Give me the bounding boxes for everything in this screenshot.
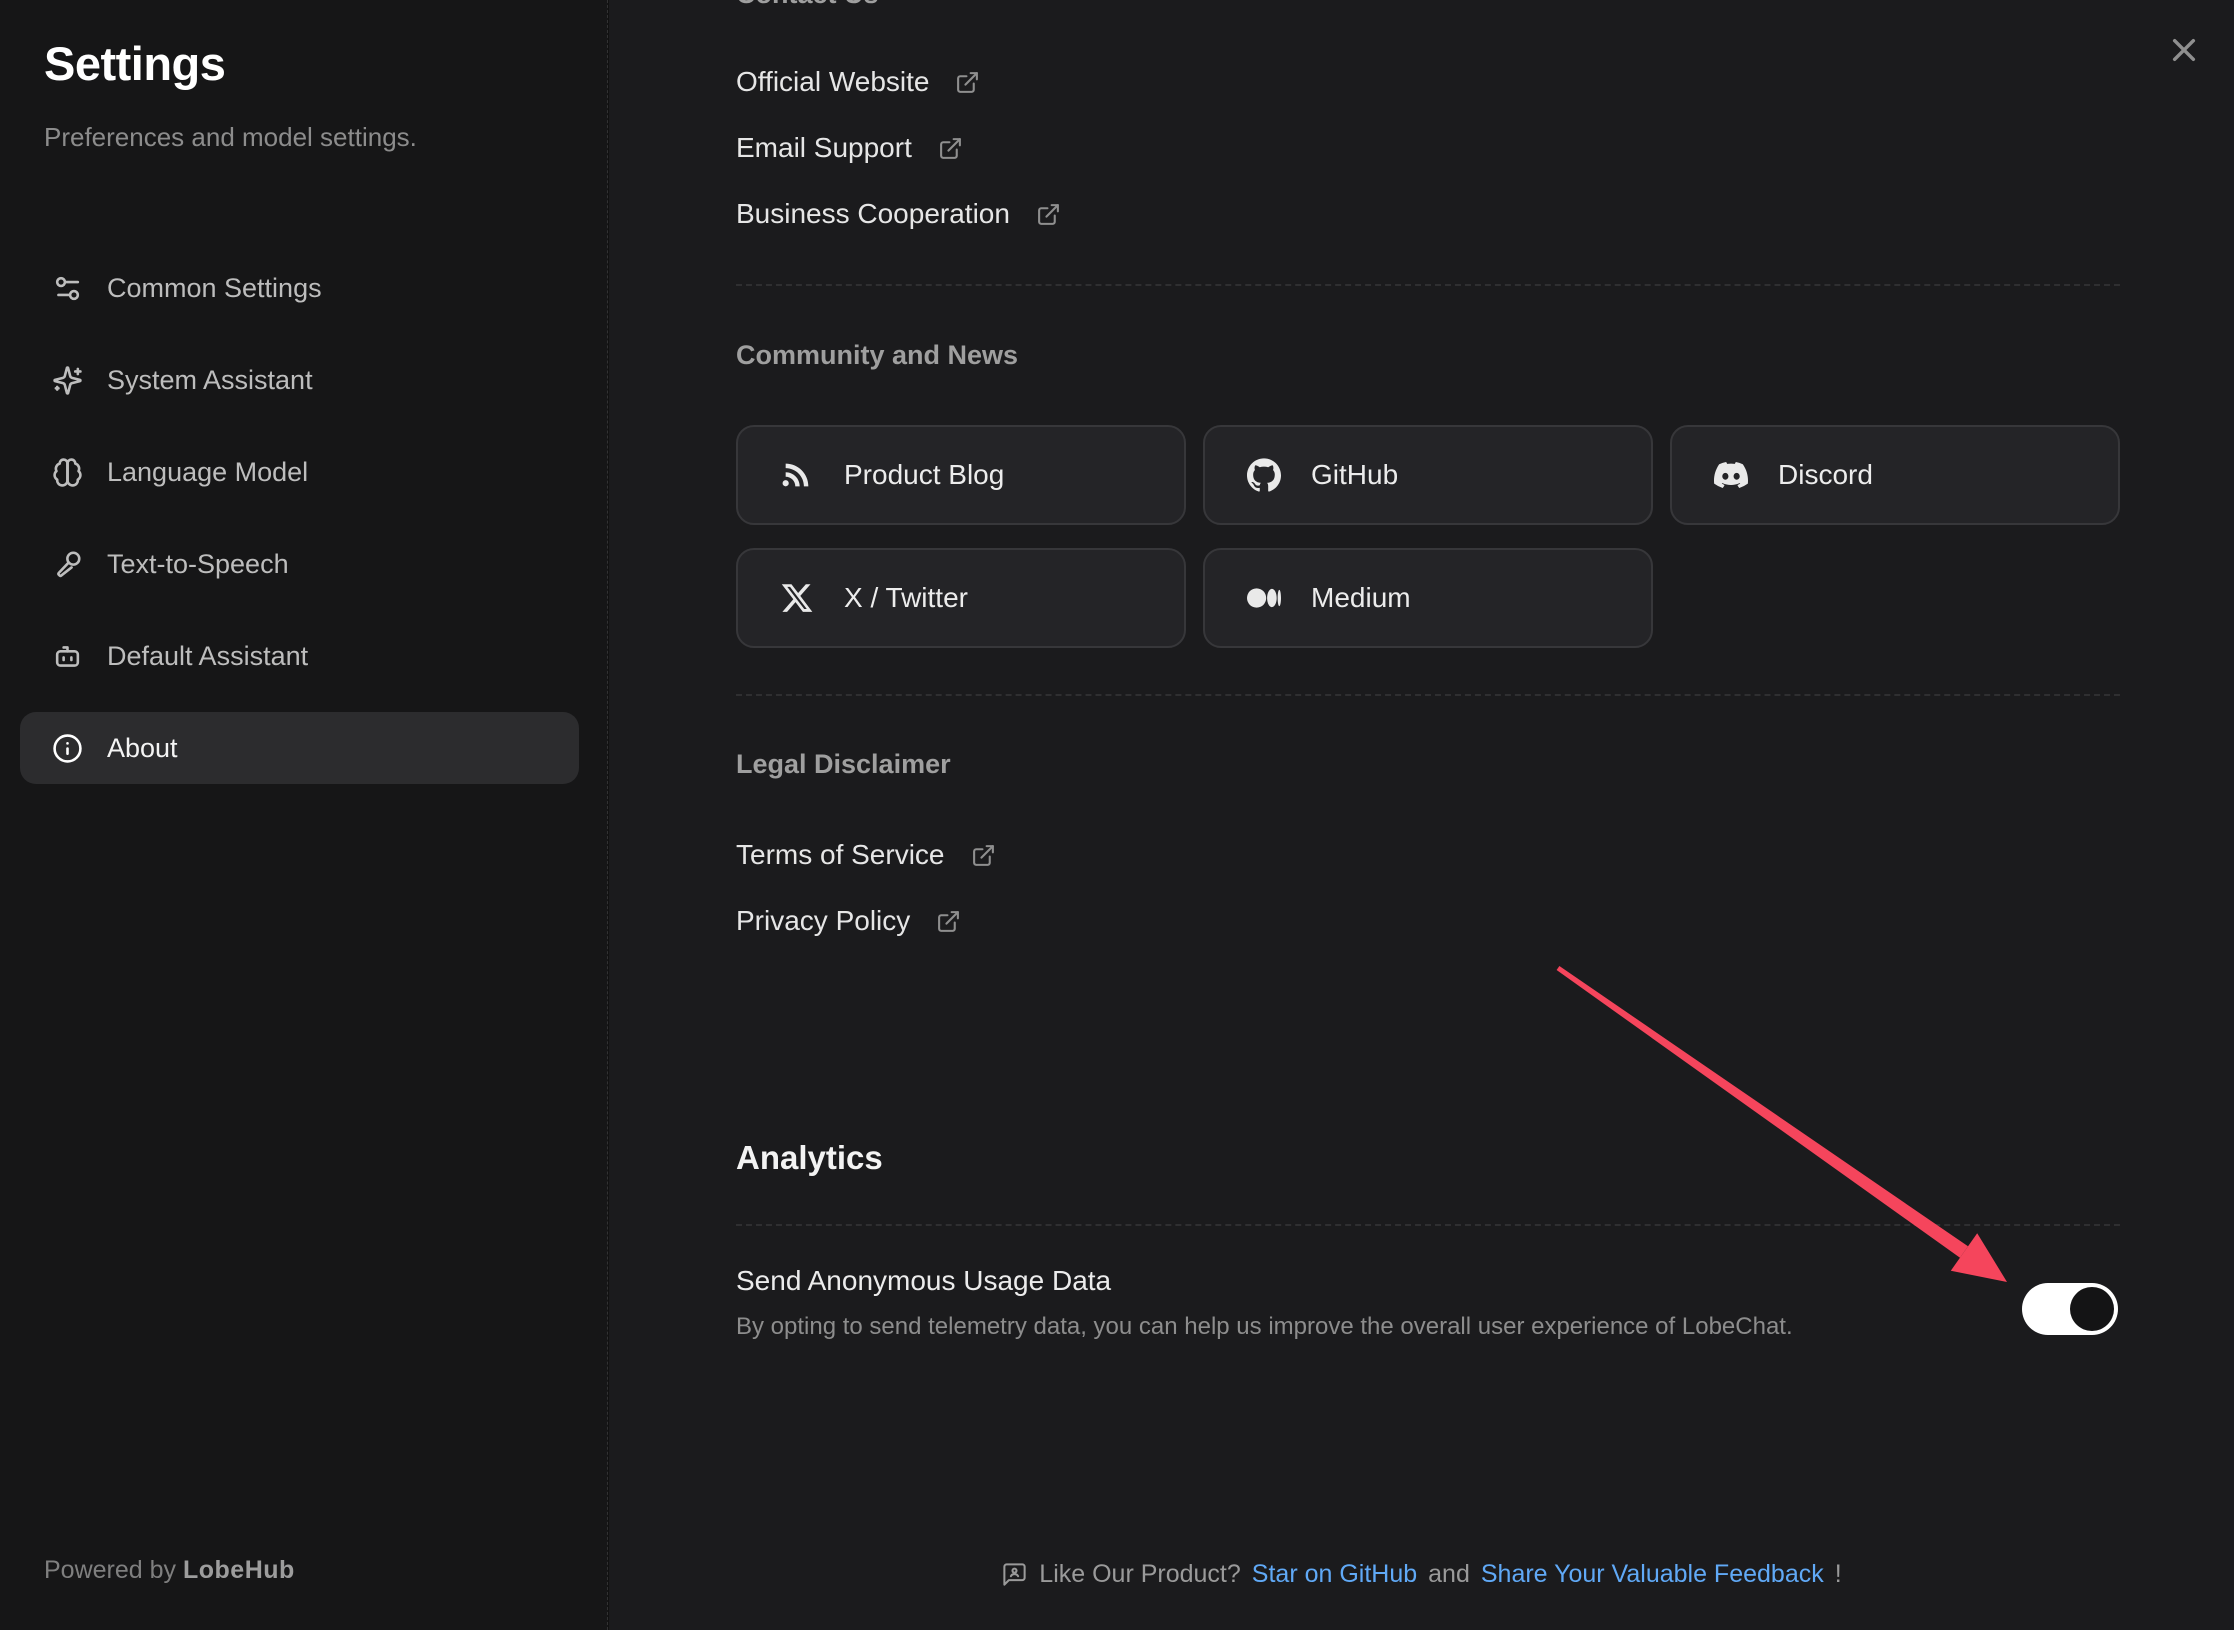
sidebar-item-label: Language Model: [107, 457, 308, 488]
button-label: X / Twitter: [844, 582, 968, 614]
privacy-policy-link[interactable]: Privacy Policy: [736, 888, 996, 954]
x-twitter-button[interactable]: X / Twitter: [736, 548, 1186, 648]
section-divider: [736, 1224, 2120, 1226]
discord-icon: [1714, 458, 1748, 492]
sidebar-item-label: About: [107, 733, 178, 764]
powered-by-text: Powered by: [44, 1556, 176, 1584]
sidebar-item-text-to-speech[interactable]: Text-to-Speech: [20, 528, 579, 600]
official-website-link[interactable]: Official Website: [736, 49, 1061, 115]
terms-of-service-link[interactable]: Terms of Service: [736, 822, 996, 888]
sidebar-item-system-assistant[interactable]: System Assistant: [20, 344, 579, 416]
usage-data-description: By opting to send telemetry data, you ca…: [736, 1309, 1793, 1345]
lobehub-brand-link[interactable]: LobeHub: [183, 1556, 295, 1584]
link-label: Official Website: [736, 66, 929, 98]
sidebar-item-label: Text-to-Speech: [107, 549, 289, 580]
footer-text: !: [1835, 1560, 1842, 1589]
button-label: Medium: [1311, 582, 1411, 614]
page-title: Settings: [44, 36, 225, 91]
lobechat-settings-about-page: { "sidebar": { "title": "Settings", "sub…: [0, 0, 2234, 1630]
sidebar-item-label: Common Settings: [107, 273, 322, 304]
sidebar-item-label: Default Assistant: [107, 641, 308, 672]
sidebar-item-about[interactable]: About: [20, 712, 579, 784]
footer-text: and: [1428, 1560, 1470, 1589]
contact-links: Official Website Email Support Business …: [736, 49, 1061, 247]
github-icon: [1247, 458, 1281, 492]
usage-data-label: Send Anonymous Usage Data: [736, 1259, 1111, 1303]
product-blog-button[interactable]: Product Blog: [736, 425, 1186, 525]
community-buttons: Product Blog GitHub Discord X / Twitter …: [736, 425, 2120, 648]
x-twitter-icon: [780, 581, 814, 615]
external-link-icon: [971, 843, 996, 868]
page-subtitle: Preferences and model settings.: [44, 122, 417, 153]
link-label: Business Cooperation: [736, 198, 1010, 230]
toggle-knob: [2070, 1287, 2114, 1331]
link-label: Email Support: [736, 132, 912, 164]
bot-icon: [52, 641, 83, 672]
sliders-icon: [52, 273, 83, 304]
microphone-icon: [52, 549, 83, 580]
sparkles-icon: [52, 365, 83, 396]
link-label: Terms of Service: [736, 839, 945, 871]
usage-data-toggle[interactable]: [2022, 1283, 2118, 1335]
link-label: Privacy Policy: [736, 905, 910, 937]
email-support-link[interactable]: Email Support: [736, 115, 1061, 181]
medium-button[interactable]: Medium: [1203, 548, 1653, 648]
external-link-icon: [1036, 202, 1061, 227]
discord-button[interactable]: Discord: [1670, 425, 2120, 525]
legal-links: Terms of Service Privacy Policy: [736, 822, 996, 954]
section-divider: [736, 694, 2120, 696]
section-divider: [736, 284, 2120, 286]
rss-icon: [780, 458, 814, 492]
sidebar-item-default-assistant[interactable]: Default Assistant: [20, 620, 579, 692]
footer-text: Like Our Product?: [1039, 1560, 1241, 1589]
external-link-icon: [936, 909, 961, 934]
external-link-icon: [955, 70, 980, 95]
medium-icon: [1247, 581, 1281, 615]
about-panel: Contact Us Official Website Email Suppor…: [609, 0, 2234, 1630]
star-on-github-link[interactable]: Star on GitHub: [1252, 1560, 1417, 1589]
button-label: Discord: [1778, 459, 1873, 491]
legal-heading: Legal Disclaimer: [736, 745, 951, 783]
powered-by: Powered by LobeHub: [44, 1556, 295, 1585]
business-cooperation-link[interactable]: Business Cooperation: [736, 181, 1061, 247]
settings-nav: Common Settings System Assistant Languag…: [20, 252, 579, 784]
info-icon: [52, 733, 83, 764]
feedback-icon: [1001, 1561, 1028, 1588]
close-icon: [2168, 34, 2200, 66]
sidebar-item-label: System Assistant: [107, 365, 313, 396]
close-button[interactable]: [2164, 30, 2204, 70]
sidebar-item-language-model[interactable]: Language Model: [20, 436, 579, 508]
community-heading: Community and News: [736, 336, 1018, 374]
settings-sidebar: Settings Preferences and model settings.…: [0, 0, 608, 1630]
button-label: GitHub: [1311, 459, 1398, 491]
sidebar-item-common-settings[interactable]: Common Settings: [20, 252, 579, 324]
github-button[interactable]: GitHub: [1203, 425, 1653, 525]
brain-icon: [52, 457, 83, 488]
panel-footer: Like Our Product? Star on GitHub and Sha…: [609, 1560, 2234, 1589]
button-label: Product Blog: [844, 459, 1004, 491]
external-link-icon: [938, 136, 963, 161]
analytics-heading: Analytics: [736, 1136, 883, 1180]
contact-us-heading: Contact Us: [736, 0, 879, 13]
share-feedback-link[interactable]: Share Your Valuable Feedback: [1481, 1560, 1824, 1589]
